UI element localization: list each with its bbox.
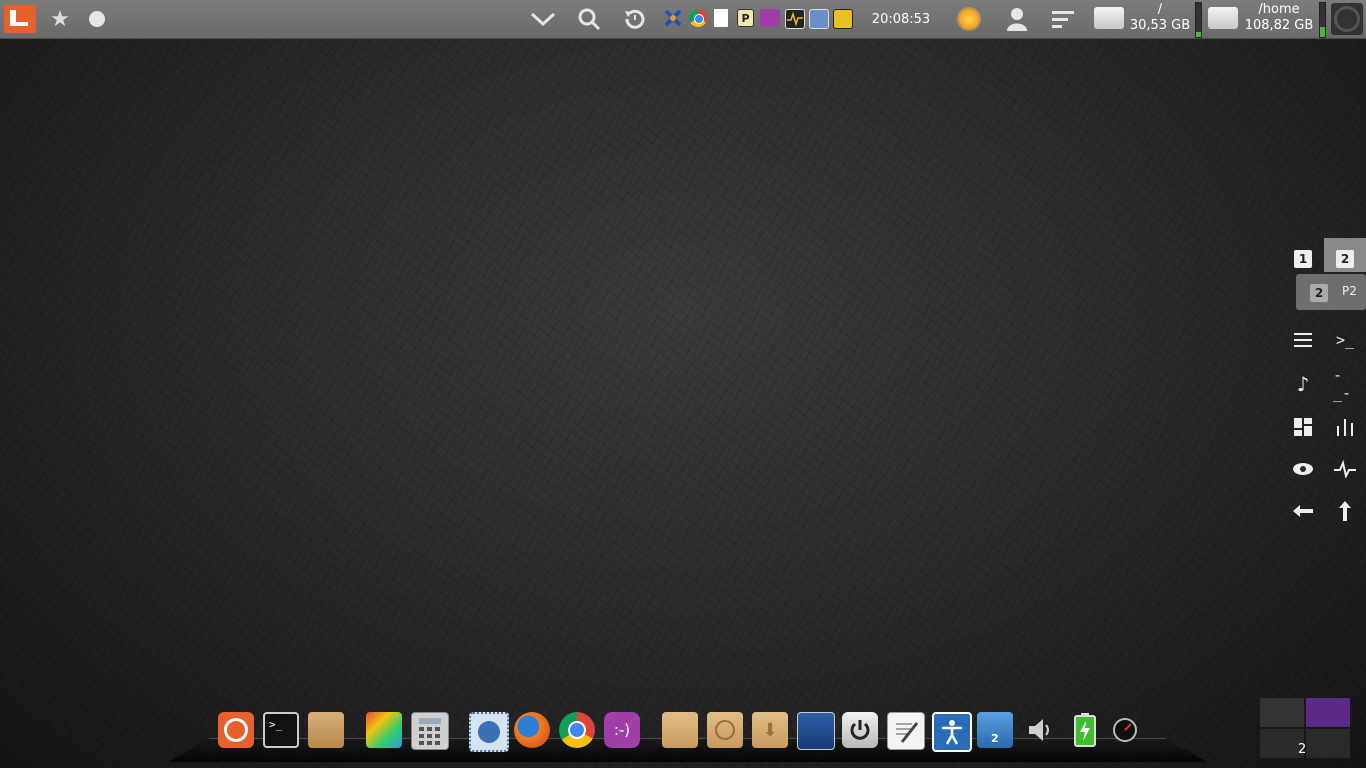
list-icon[interactable]	[1291, 328, 1315, 352]
pager-cell-2[interactable]	[1306, 698, 1350, 727]
terminal-icon[interactable]: >_	[263, 712, 299, 748]
paint-icon[interactable]	[366, 712, 402, 748]
arrow-up-icon[interactable]	[1333, 499, 1357, 523]
screenshot-icon[interactable]	[797, 712, 835, 750]
text-editor-icon[interactable]	[887, 712, 925, 750]
pager-cell-1[interactable]	[1260, 698, 1304, 727]
workspace-preview-tag: P2	[1342, 284, 1357, 298]
weather-icon[interactable]	[955, 0, 983, 38]
chevron-down-icon[interactable]	[528, 0, 558, 38]
terminal-prompt-icon[interactable]: >_	[1333, 328, 1357, 352]
drive-root-icon[interactable]	[1094, 7, 1124, 29]
system-monitor-icon[interactable]	[785, 9, 805, 29]
speedometer-icon[interactable]	[1107, 712, 1143, 748]
ubuntu-icon[interactable]	[218, 712, 254, 748]
music-note-icon[interactable]: ♪	[1291, 372, 1315, 396]
clock[interactable]: 20:08:53	[866, 0, 936, 38]
drive-root-info: / 30,53 GB	[1126, 2, 1194, 34]
chrome-icon[interactable]	[689, 9, 707, 27]
accessibility-icon[interactable]	[932, 712, 972, 752]
top-panel: ★ P 20:08:53 / 30,53 GB /home 108,82 GB	[0, 0, 1366, 39]
search-icon[interactable]	[574, 0, 604, 38]
chromium-icon[interactable]	[559, 712, 595, 748]
empathy-icon[interactable]: :-)	[604, 712, 640, 748]
pager-cell-4[interactable]	[1306, 729, 1350, 758]
drive-home-usage-bar	[1319, 2, 1326, 38]
calculator-icon[interactable]	[411, 712, 449, 750]
drive-root-mount: /	[1157, 2, 1163, 17]
power-icon[interactable]	[842, 712, 878, 748]
workspace-preview[interactable]: 2 P2	[1296, 274, 1366, 310]
session-icon[interactable]	[1331, 3, 1363, 35]
history-icon[interactable]	[620, 0, 650, 38]
eye-icon[interactable]	[1291, 457, 1315, 481]
menu-lines-icon[interactable]	[1048, 0, 1078, 38]
battery-icon[interactable]	[1067, 712, 1103, 748]
arrow-left-icon[interactable]	[1291, 499, 1315, 523]
thunderbird-icon[interactable]	[469, 712, 509, 752]
documents-folder-icon[interactable]	[662, 712, 698, 748]
workspace-preview-label: 2	[1310, 284, 1328, 302]
volume-icon[interactable]	[1022, 712, 1058, 748]
xchat-icon[interactable]	[664, 9, 682, 27]
pidgin-icon[interactable]: P	[737, 9, 754, 27]
archive-manager-icon[interactable]	[308, 712, 344, 748]
recent-folder-icon[interactable]	[707, 712, 743, 748]
star-icon[interactable]: ★	[46, 0, 74, 38]
downloads-folder-icon[interactable]: ⬇	[752, 712, 788, 748]
drive-home-icon[interactable]	[1208, 7, 1238, 29]
drive-home-free: 108,82 GB	[1244, 18, 1314, 33]
recycle-bin-icon[interactable]: 2	[977, 712, 1013, 748]
pulse-icon[interactable]	[1333, 457, 1357, 481]
recycle-bin-badge: 2	[991, 732, 999, 745]
desktop-wallpaper	[0, 0, 1366, 768]
bar-graph-icon[interactable]	[1333, 415, 1357, 439]
user-icon[interactable]	[1003, 0, 1031, 38]
document-icon[interactable]	[714, 9, 728, 27]
drive-root-free: 30,53 GB	[1129, 18, 1191, 33]
workspace-2-active[interactable]: 2	[1324, 238, 1366, 272]
workspace-pager: 2	[1260, 698, 1352, 760]
drive-home-mount: /home	[1258, 2, 1300, 17]
workspace-2-label: 2	[1336, 250, 1354, 268]
empathy-icon[interactable]	[760, 9, 780, 27]
circle-icon[interactable]	[84, 0, 110, 38]
pager-current-label: 2	[1298, 742, 1307, 757]
drive-home-info: /home 108,82 GB	[1240, 2, 1318, 34]
dash-icon[interactable]: -_-	[1333, 366, 1357, 402]
workspace-1-button[interactable]: 1	[1294, 250, 1312, 268]
dashboard-icon[interactable]	[1291, 415, 1315, 439]
thunderbird-icon[interactable]	[809, 9, 829, 29]
note-icon[interactable]	[833, 9, 853, 29]
drive-root-usage-bar	[1195, 2, 1202, 38]
firefox-icon[interactable]	[514, 712, 550, 748]
ubuntu-menu-icon[interactable]	[4, 5, 36, 33]
